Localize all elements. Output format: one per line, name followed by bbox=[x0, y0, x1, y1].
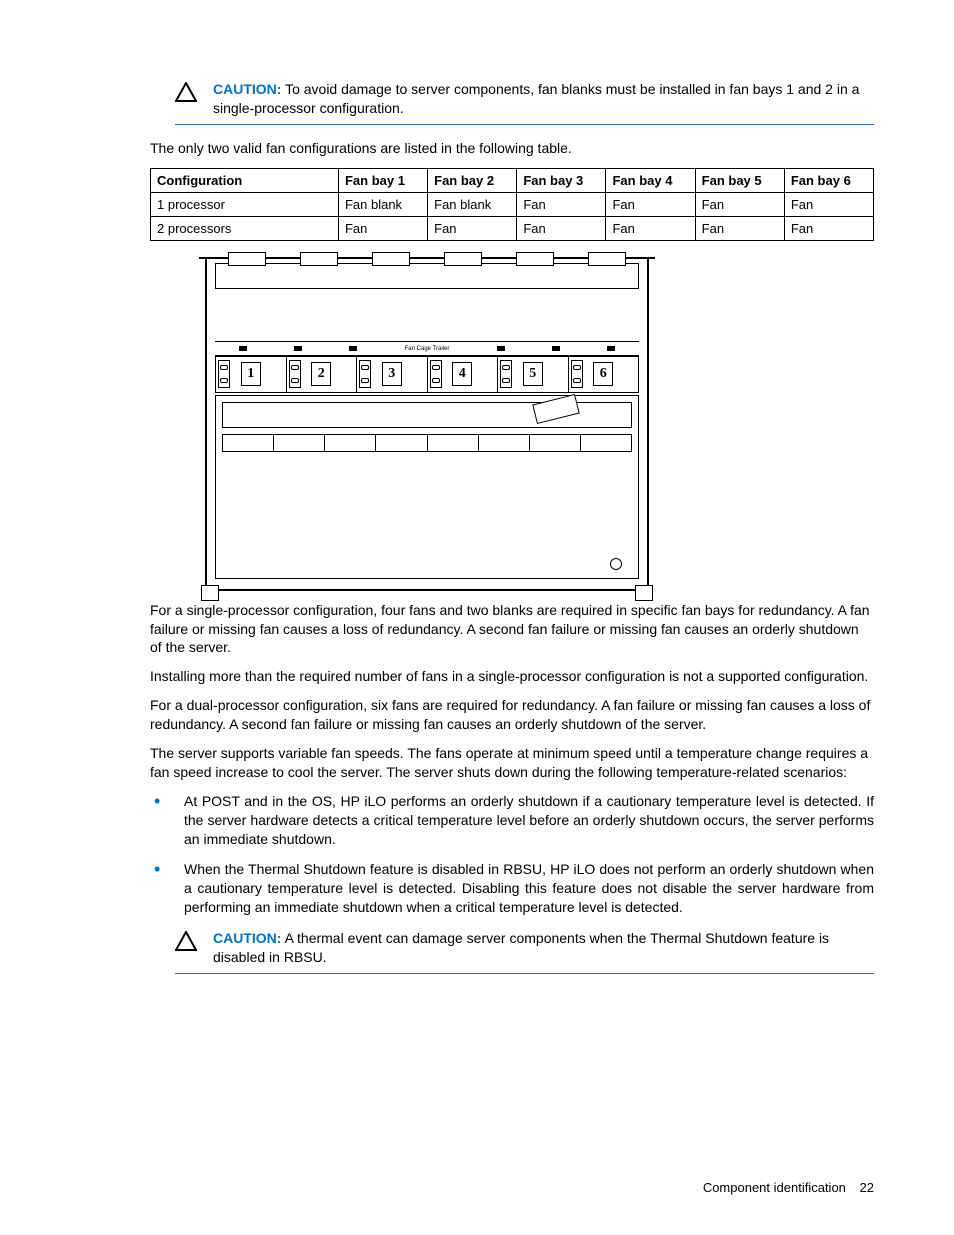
table-row: 2 processors Fan Fan Fan Fan Fan Fan bbox=[151, 216, 874, 240]
intro-paragraph: The only two valid fan configurations ar… bbox=[150, 139, 874, 158]
bullet-icon: • bbox=[150, 860, 184, 917]
table-header: Fan bay 6 bbox=[784, 168, 873, 192]
caution-block-1: CAUTION: To avoid damage to server compo… bbox=[175, 80, 874, 125]
footer-section: Component identification bbox=[703, 1180, 846, 1195]
table-cell: Fan bbox=[428, 216, 517, 240]
table-header: Fan bay 1 bbox=[338, 168, 427, 192]
motherboard-area bbox=[215, 395, 639, 579]
list-item: • When the Thermal Shutdown feature is d… bbox=[150, 860, 874, 917]
server-fan-diagram: Fan Cage Trailer 1 2 3 4 5 6 bbox=[205, 259, 649, 591]
caution-label: CAUTION: bbox=[213, 930, 281, 946]
table-cell: Fan bbox=[606, 192, 695, 216]
caution-text: CAUTION: A thermal event can damage serv… bbox=[213, 929, 874, 967]
list-item: • At POST and in the OS, HP iLO performs… bbox=[150, 792, 874, 849]
caution-body: A thermal event can damage server compon… bbox=[213, 930, 829, 965]
paragraph: For a dual-processor configuration, six … bbox=[150, 696, 874, 734]
fan-row: 1 2 3 4 5 6 bbox=[215, 355, 639, 393]
paragraph: Installing more than the required number… bbox=[150, 667, 874, 686]
table-header: Fan bay 5 bbox=[695, 168, 784, 192]
table-cell: Fan bbox=[784, 192, 873, 216]
table-cell: Fan bbox=[338, 216, 427, 240]
fan-bay-number: 2 bbox=[311, 362, 331, 386]
fan-bay-number: 4 bbox=[452, 362, 472, 386]
caution-text: CAUTION: To avoid damage to server compo… bbox=[213, 80, 874, 118]
table-cell: Fan blank bbox=[338, 192, 427, 216]
fan-config-table: Configuration Fan bay 1 Fan bay 2 Fan ba… bbox=[150, 168, 874, 241]
table-cell: Fan blank bbox=[428, 192, 517, 216]
table-cell: 1 processor bbox=[151, 192, 339, 216]
chassis-top bbox=[215, 263, 639, 289]
caution-label: CAUTION: bbox=[213, 81, 281, 97]
fan-bay-number: 5 bbox=[523, 362, 543, 386]
caution-block-2: CAUTION: A thermal event can damage serv… bbox=[175, 929, 874, 974]
fan-bay-number: 1 bbox=[241, 362, 261, 386]
table-header: Configuration bbox=[151, 168, 339, 192]
table-header: Fan bay 2 bbox=[428, 168, 517, 192]
table-row: 1 processor Fan blank Fan blank Fan Fan … bbox=[151, 192, 874, 216]
bullet-text: At POST and in the OS, HP iLO performs a… bbox=[184, 792, 874, 849]
footer-page-number: 22 bbox=[860, 1180, 874, 1195]
fan-bay-number: 6 bbox=[593, 362, 613, 386]
triangle-caution-icon bbox=[175, 82, 213, 107]
table-cell: Fan bbox=[517, 192, 606, 216]
table-cell: Fan bbox=[517, 216, 606, 240]
bullet-list: • At POST and in the OS, HP iLO performs… bbox=[150, 792, 874, 917]
table-cell: Fan bbox=[695, 216, 784, 240]
bullet-text: When the Thermal Shutdown feature is dis… bbox=[184, 860, 874, 917]
bullet-icon: • bbox=[150, 792, 184, 849]
table-header: Fan bay 4 bbox=[606, 168, 695, 192]
caution-body: To avoid damage to server components, fa… bbox=[213, 81, 859, 116]
page-footer: Component identification 22 bbox=[703, 1180, 874, 1195]
paragraph: The server supports variable fan speeds.… bbox=[150, 744, 874, 782]
triangle-caution-icon bbox=[175, 931, 213, 956]
table-cell: Fan bbox=[606, 216, 695, 240]
table-cell: Fan bbox=[784, 216, 873, 240]
table-header: Fan bay 3 bbox=[517, 168, 606, 192]
paragraph: For a single-processor configuration, fo… bbox=[150, 601, 874, 658]
table-cell: Fan bbox=[695, 192, 784, 216]
fan-bay-number: 3 bbox=[382, 362, 402, 386]
table-header-row: Configuration Fan bay 1 Fan bay 2 Fan ba… bbox=[151, 168, 874, 192]
table-cell: 2 processors bbox=[151, 216, 339, 240]
